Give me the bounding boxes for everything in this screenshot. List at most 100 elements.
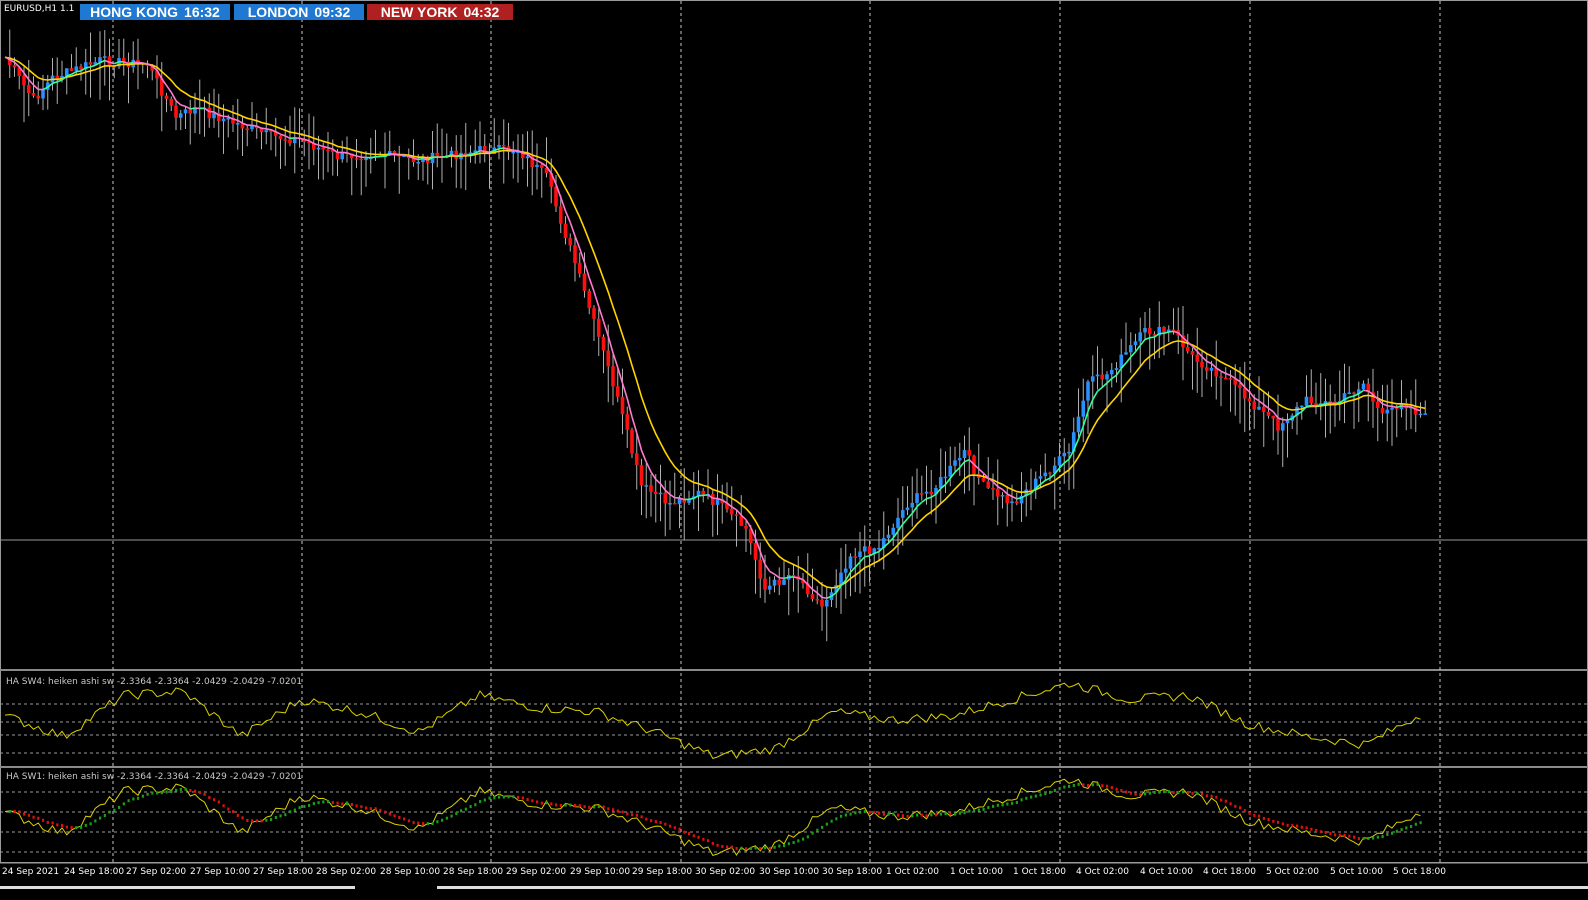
ma-fast-segment: [1363, 389, 1369, 392]
dot-up: [303, 804, 306, 808]
dot-down: [711, 841, 714, 845]
dot-up: [94, 819, 97, 823]
dot-down: [1243, 809, 1246, 813]
dot-up: [740, 846, 743, 850]
ma-fast-segment: [1016, 497, 1022, 500]
bull-candle: [1057, 456, 1062, 466]
bull-candle: [1138, 332, 1143, 342]
scrollbar-right[interactable]: [437, 886, 1588, 889]
dot-up: [1001, 803, 1004, 807]
dot-up: [308, 803, 311, 807]
dot-down: [1258, 814, 1261, 818]
dot-up: [887, 812, 890, 816]
dot-down: [683, 830, 686, 834]
scrollbar-left[interactable]: [0, 886, 355, 889]
dot-down: [1262, 816, 1265, 820]
bear-candle: [278, 135, 283, 140]
dot-up: [1096, 782, 1099, 786]
bull-candle: [1361, 383, 1366, 390]
dot-up: [545, 801, 548, 805]
dot-up: [118, 805, 121, 809]
bear-candle: [625, 414, 630, 430]
dot-down: [1110, 786, 1113, 790]
bear-candle: [558, 206, 563, 224]
dot-down: [1191, 791, 1194, 795]
dot-down: [1315, 828, 1318, 832]
bear-candle: [207, 107, 212, 119]
ma-fast-segment: [1401, 405, 1407, 408]
bear-candle: [758, 559, 763, 579]
dot-down: [1134, 792, 1137, 796]
bull-candle: [511, 151, 516, 154]
bear-candle: [26, 85, 31, 93]
bear-candle: [1271, 415, 1276, 419]
x-tick-label: 30 Sep 18:00: [822, 867, 883, 877]
dot-up: [89, 822, 92, 826]
dot-up: [958, 811, 961, 815]
dot-up: [783, 844, 786, 848]
dot-down: [1139, 793, 1142, 797]
bear-candle: [1309, 396, 1314, 404]
dot-down: [203, 792, 206, 796]
bull-candle: [1347, 392, 1352, 395]
dot-down: [555, 803, 558, 807]
dot-up: [992, 804, 995, 808]
bull-candle: [1385, 409, 1390, 414]
dot-down: [70, 826, 73, 830]
ma-fast-segment: [1334, 401, 1340, 405]
dot-up: [977, 808, 980, 812]
dot-down: [32, 815, 35, 819]
dot-up: [1044, 792, 1047, 796]
dot-up: [854, 811, 857, 815]
dot-up: [1372, 836, 1375, 840]
bull-candle: [1043, 472, 1048, 477]
bear-candle: [245, 128, 250, 130]
bull-candle: [858, 551, 862, 557]
dot-down: [735, 846, 738, 850]
dot-down: [1172, 791, 1175, 795]
clock-time: 04:32: [463, 4, 500, 20]
ma-fast-segment: [479, 149, 485, 153]
bear-candle: [354, 158, 359, 160]
ma-fast-segment: [323, 145, 329, 149]
bull-candle: [525, 156, 530, 159]
dot-up: [322, 800, 325, 804]
dot-down: [721, 844, 724, 848]
pane-separator: [0, 766, 1588, 768]
dot-down: [23, 812, 26, 816]
dot-down: [1348, 834, 1351, 838]
bull-candle: [938, 477, 943, 488]
dot-down: [18, 810, 21, 814]
bull-candle: [535, 164, 539, 168]
dot-down: [1234, 804, 1237, 808]
dot-down: [1357, 837, 1360, 841]
dot-down: [355, 804, 358, 808]
bull-candle: [102, 56, 107, 58]
dot-up: [954, 812, 957, 816]
dot-up: [911, 814, 914, 818]
bull-candle: [264, 130, 269, 133]
ma-fast-segment: [85, 66, 91, 69]
ma-fast-segment: [821, 596, 827, 600]
dot-up: [479, 800, 482, 804]
bear-candle: [620, 396, 625, 415]
dot-up: [160, 791, 163, 795]
dot-down: [882, 812, 885, 816]
dot-up: [165, 790, 168, 794]
bear-candle: [763, 578, 767, 590]
ma-fast-segment: [1330, 402, 1336, 405]
bear-candle: [435, 152, 440, 156]
x-tick-label: 29 Sep 18:00: [632, 867, 693, 877]
bear-candle: [606, 350, 611, 367]
bear-candle: [1190, 351, 1195, 355]
x-tick-label: 29 Sep 02:00: [506, 867, 567, 877]
bull-candle: [915, 493, 919, 503]
dot-down: [1201, 792, 1204, 796]
bear-candle: [1147, 327, 1152, 335]
dot-down: [697, 835, 700, 839]
dot-up: [982, 807, 985, 811]
dot-down: [61, 823, 64, 827]
dot-up: [821, 825, 824, 829]
dot-down: [707, 839, 710, 843]
bear-candle: [929, 491, 934, 495]
